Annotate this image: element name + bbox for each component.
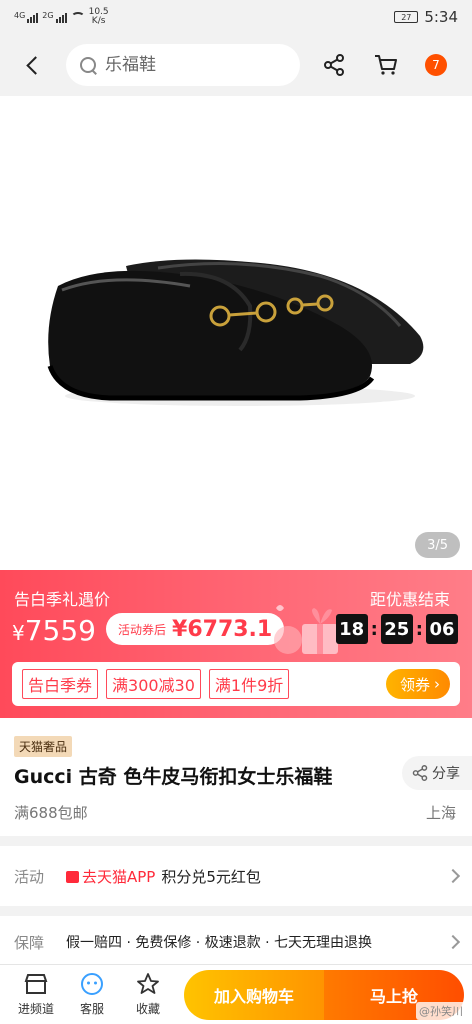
store-icon: [23, 972, 49, 996]
activity-text: 积分兑5元红包: [161, 867, 261, 886]
tmall-app-label: 去天猫APP: [82, 867, 156, 886]
product-title: Gucci 古奇 色牛皮马衔扣女士乐福鞋: [14, 766, 333, 788]
product-image: [47, 259, 424, 406]
countdown-seconds: 06: [426, 614, 458, 644]
network-speed: 10.5 K/s: [89, 8, 109, 26]
product-title-block: 天猫奢品 Gucci 古奇 色牛皮马衔扣女士乐福鞋 分享 满688包邮 上海: [0, 718, 472, 836]
countdown-hours: 18: [335, 614, 368, 644]
signal-1-label: 4G: [14, 11, 26, 20]
product-gallery[interactable]: 3/5: [0, 96, 472, 570]
guarantee-label: 保障: [14, 933, 45, 952]
promo-price: ¥7559: [12, 614, 96, 647]
customer-service-label: 客服: [79, 1002, 104, 1016]
share-icon: [412, 765, 428, 781]
brand-tag: 天猫奢品: [14, 736, 73, 757]
shipping-info: 满688包邮: [14, 804, 88, 822]
tmall-app-link[interactable]: 去天猫APP: [66, 866, 155, 887]
chevron-right-icon: ›: [434, 675, 440, 693]
countdown-timer: 18 : 25 : 06: [335, 614, 458, 644]
claim-coupon-label: 领券: [399, 675, 430, 694]
customer-service-icon: [79, 972, 105, 996]
activity-label: 活动: [14, 867, 45, 886]
clock: 5:34: [424, 8, 458, 26]
more-button[interactable]: 7: [416, 45, 456, 85]
battery-icon: 27: [394, 11, 419, 23]
favorite-button[interactable]: 收藏: [120, 972, 176, 1017]
star-icon: [135, 972, 161, 996]
favorite-label: 收藏: [135, 1002, 160, 1016]
bottom-action-bar: 进频道 客服 收藏 加入购物车 马上抢: [0, 964, 472, 1024]
guarantee-row[interactable]: 保障 假一赔四 · 免费保修 · 极速退款 · 七天无理由退换: [0, 916, 472, 968]
store-channel-button[interactable]: 进频道: [8, 972, 64, 1017]
promo-name: 告白季礼遇价: [14, 590, 111, 609]
countdown-separator: :: [370, 618, 378, 640]
countdown-minutes: 25: [380, 614, 413, 644]
speed-unit: K/s: [91, 16, 106, 26]
gallery-pager: 3/5: [415, 532, 460, 558]
store-channel-label: 进频道: [17, 1002, 54, 1016]
gift-icon: [66, 870, 79, 883]
add-to-cart-button[interactable]: 加入购物车: [184, 969, 324, 1020]
customer-service-button[interactable]: 客服: [64, 972, 120, 1017]
status-left: 4G 2G 10.5 K/s: [14, 8, 109, 26]
promo-banner: 告白季礼遇价 ¥7559 活动券后 ¥6773.1 距优惠结束 18 : 25 …: [0, 570, 472, 718]
watermark: @孙笑川: [416, 1002, 466, 1020]
coupon-row[interactable]: 告白季券 满300减30 满1件9折 领券 ›: [12, 662, 460, 706]
status-right: 27 5:34: [394, 8, 458, 26]
signal-icon: 2G: [42, 11, 67, 23]
claim-coupon-button[interactable]: 领券 ›: [385, 669, 450, 699]
search-icon: [80, 56, 97, 74]
cart-button[interactable]: [366, 45, 406, 85]
activity-row[interactable]: 活动 去天猫APP 积分兑5元红包: [0, 846, 472, 906]
coupon-price-value: ¥6773.1: [172, 616, 273, 642]
share-button[interactable]: [314, 45, 354, 85]
ship-origin: 上海: [425, 804, 456, 822]
share-product-button[interactable]: 分享: [402, 756, 472, 790]
countdown-label: 距优惠结束: [369, 590, 450, 609]
search-input[interactable]: [105, 55, 275, 75]
signal-2-label: 2G: [42, 11, 54, 20]
price-value: 7559: [24, 614, 96, 647]
wifi-icon: [70, 12, 85, 22]
cart-icon: [375, 55, 397, 75]
coupon-tag: 满300减30: [106, 669, 201, 699]
share-icon: [324, 54, 344, 76]
status-bar: 4G 2G 10.5 K/s 27 5:34: [0, 0, 472, 34]
countdown-separator: :: [415, 618, 423, 640]
chevron-left-icon: [25, 55, 45, 75]
share-label: 分享: [432, 766, 460, 782]
chevron-right-icon: [445, 934, 461, 950]
price-symbol: ¥: [12, 621, 25, 645]
signal-icon: 4G: [14, 11, 39, 23]
coupon-price-pill: 活动券后 ¥6773.1: [106, 613, 285, 645]
coupon-tag: 满1件9折: [208, 669, 290, 699]
top-nav: 7: [0, 34, 472, 96]
coupon-price-label: 活动券后: [118, 622, 167, 637]
back-button[interactable]: [12, 45, 52, 85]
chevron-right-icon: [445, 868, 461, 884]
more-badge: 7: [425, 54, 447, 76]
coupon-tag: 告白季券: [22, 669, 99, 699]
search-bar[interactable]: [66, 44, 300, 86]
guarantee-text: 假一赔四 · 免费保修 · 极速退款 · 七天无理由退换: [66, 935, 373, 951]
